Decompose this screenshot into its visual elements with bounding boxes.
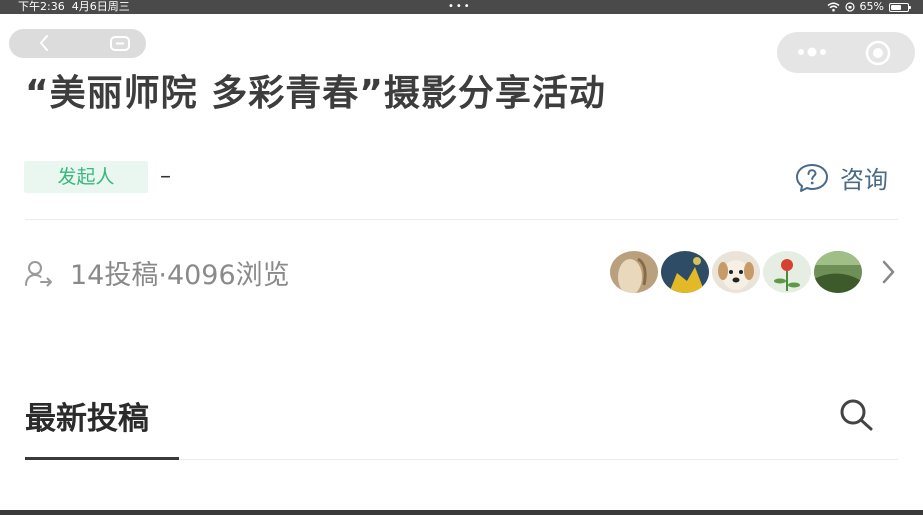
back-button[interactable] [39,34,49,56]
divider-top [25,219,898,220]
question-bubble-icon [796,163,828,192]
avatar[interactable] [814,251,862,293]
organizer-name: – [160,164,171,189]
status-bar: 下午2:36 4月6日周三 ••• 65% [0,0,923,14]
organizer-tag: 发起人 [24,161,148,193]
rotation-lock-icon [844,2,855,12]
avatar-image-4 [763,251,811,293]
consult-label: 咨询 [840,166,888,194]
battery-percent: 65% [859,0,884,13]
avatar[interactable] [763,251,811,293]
avatar-image-1 [610,251,658,293]
close-button[interactable] [865,40,891,70]
activity-title: “美丽师院 多彩青春”摄影分享活动 [25,73,606,114]
avatar[interactable] [712,251,760,293]
chevron-left-icon [39,35,48,51]
target-close-icon [865,40,891,66]
wifi-icon [827,2,840,12]
chevron-right-icon [882,260,895,284]
multitask-dots[interactable]: ••• [448,0,472,14]
home-button[interactable] [109,35,131,56]
avatar[interactable] [610,251,658,293]
stats-text: 14投稿·4096浏览 [70,260,290,291]
participants-more-button[interactable] [881,259,895,289]
avatar-image-5 [814,251,862,293]
status-time: 下午2:36 4月6日周三 [18,0,130,14]
nav-pill [9,29,146,58]
stats-row: 14投稿·4096浏览 [24,253,290,292]
more-dots-icon [798,47,826,57]
search-button[interactable] [838,398,874,436]
search-icon [840,399,873,431]
participant-avatars[interactable] [610,251,862,293]
status-date-text: 4月6日周三 [71,0,130,13]
avatar-image-3 [712,251,760,293]
avatar[interactable] [661,251,709,293]
consult-button[interactable]: 咨询 [794,160,888,195]
user-arrow-icon [25,260,52,286]
tab-latest-submissions[interactable]: 最新投稿 [25,393,149,438]
active-tab-indicator [25,457,179,460]
battery-fill [891,4,902,10]
more-button[interactable] [797,44,829,64]
battery-icon [889,2,911,12]
status-right: 65% [827,0,911,14]
status-time-text: 下午2:36 [18,0,65,13]
bottom-edge [0,510,923,515]
avatar-image-2 [661,251,709,293]
menu-capsule [777,32,915,73]
home-icon [110,36,130,51]
